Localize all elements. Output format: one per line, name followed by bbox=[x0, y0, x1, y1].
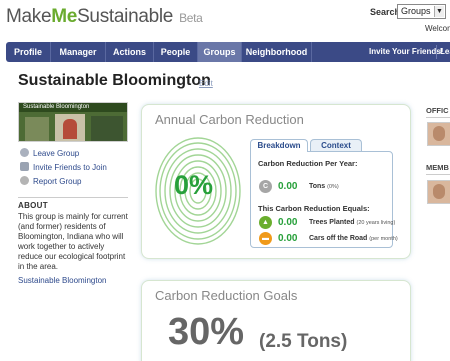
trees-unit: Trees Planted (20 years living) bbox=[309, 219, 396, 226]
tons-unit: Tons (0%) bbox=[309, 183, 339, 190]
members-divider bbox=[426, 174, 450, 175]
search-scope-select[interactable]: Groups ▼ bbox=[397, 4, 446, 19]
breakdown-panel: Carbon Reduction Per Year: C 0.00 Tons (… bbox=[250, 151, 398, 248]
carbon-percent: 0% bbox=[174, 170, 214, 200]
invite-friends-link[interactable]: Invite Your Friends! bbox=[369, 42, 443, 62]
search-scope-value: Groups bbox=[401, 6, 431, 16]
report-group-label: Report Group bbox=[33, 177, 82, 186]
leave-icon bbox=[20, 148, 29, 157]
member-avatar[interactable] bbox=[427, 180, 450, 204]
about-heading: ABOUT bbox=[18, 197, 128, 210]
nav-neighborhood[interactable]: Neighborhood bbox=[242, 42, 312, 62]
logo-word-make: Make bbox=[6, 6, 52, 27]
members-heading: MEMB bbox=[426, 163, 449, 172]
logo-word-me: Me bbox=[51, 6, 78, 27]
logo-word-sustainable: Sustainable bbox=[77, 6, 174, 27]
report-icon bbox=[20, 176, 29, 185]
leave-group-link[interactable]: Leave Group bbox=[20, 148, 79, 160]
about-text: This group is mainly for current (and fo… bbox=[18, 212, 128, 271]
main-nav: Profile Manager Actions People Groups Ne… bbox=[6, 42, 450, 62]
car-icon: ▬ bbox=[259, 232, 272, 245]
nav-extra-link[interactable]: Lea bbox=[440, 42, 450, 62]
photo-block bbox=[63, 119, 77, 139]
photo-block bbox=[91, 116, 123, 141]
nav-profile[interactable]: Profile bbox=[6, 42, 51, 62]
about-group-link[interactable]: Sustainable Bloomington bbox=[18, 276, 107, 285]
goal-tons: (2.5 Tons) bbox=[259, 331, 348, 352]
tab-breakdown[interactable]: Breakdown bbox=[250, 139, 308, 152]
invite-friends-label: Invite Friends to Join bbox=[33, 163, 107, 172]
site-logo[interactable]: MakeMeSustainable Beta bbox=[6, 6, 203, 28]
photo-block bbox=[25, 117, 49, 141]
nav-manager[interactable]: Manager bbox=[51, 42, 106, 62]
edit-link[interactable]: Edit bbox=[199, 79, 213, 88]
trees-value: 0.00 bbox=[278, 217, 298, 228]
cars-value: 0.00 bbox=[278, 233, 298, 244]
officers-divider bbox=[426, 117, 450, 118]
chevron-down-icon[interactable]: ▼ bbox=[434, 6, 444, 17]
tree-icon: ▲ bbox=[259, 216, 272, 229]
nav-separator bbox=[436, 45, 437, 59]
annual-carbon-card: Annual Carbon Reduction 0% Breakdown Con… bbox=[141, 104, 411, 259]
search-label: Search bbox=[370, 7, 401, 17]
carbon-goals-card: Carbon Reduction Goals 30% (2.5 Tons) bbox=[141, 280, 411, 361]
welcome-text: Welcom bbox=[425, 24, 450, 33]
per-year-label: Carbon Reduction Per Year: bbox=[258, 159, 358, 168]
leave-group-label: Leave Group bbox=[33, 149, 80, 158]
officer-avatar[interactable] bbox=[427, 122, 450, 146]
nav-people[interactable]: People bbox=[154, 42, 198, 62]
page-title: Sustainable Bloomington bbox=[18, 72, 211, 89]
officers-heading: OFFIC bbox=[426, 106, 449, 115]
carbon-card-title: Annual Carbon Reduction bbox=[155, 112, 304, 127]
group-photo-banner: Sustainable Bloomington bbox=[19, 103, 127, 112]
group-photo: Sustainable Bloomington bbox=[18, 102, 128, 142]
nav-groups[interactable]: Groups bbox=[198, 42, 242, 62]
equals-label: This Carbon Reduction Equals: bbox=[258, 204, 370, 213]
invite-friends-join-link[interactable]: Invite Friends to Join bbox=[20, 162, 107, 174]
carbon-c-icon: C bbox=[259, 180, 272, 193]
invite-icon bbox=[20, 162, 29, 171]
beta-label: Beta bbox=[179, 11, 203, 25]
tons-value: 0.00 bbox=[278, 181, 298, 192]
goals-card-title: Carbon Reduction Goals bbox=[155, 288, 298, 303]
cars-unit: Cars off the Road (per month) bbox=[309, 235, 398, 242]
nav-actions[interactable]: Actions bbox=[106, 42, 154, 62]
report-group-link[interactable]: Report Group bbox=[20, 176, 81, 188]
goal-percent: 30% bbox=[168, 311, 245, 353]
